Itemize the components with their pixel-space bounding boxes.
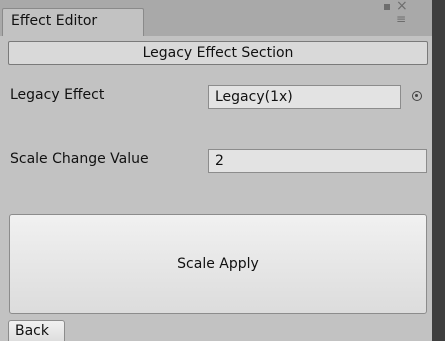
- scrollbar[interactable]: [432, 0, 445, 341]
- scale-apply-button[interactable]: Scale Apply: [9, 214, 427, 314]
- scale-change-value: 2: [215, 153, 224, 169]
- scale-change-input[interactable]: 2: [208, 149, 427, 173]
- section-header-label: Legacy Effect Section: [142, 45, 294, 61]
- section-header-button[interactable]: Legacy Effect Section: [8, 41, 428, 65]
- scale-apply-label: Scale Apply: [177, 256, 259, 272]
- back-button[interactable]: Back: [8, 320, 65, 341]
- legacy-effect-label: Legacy Effect: [10, 87, 105, 103]
- back-label: Back: [15, 323, 49, 339]
- tab-bar: Effect Editor × ≡: [0, 0, 432, 36]
- object-picker-icon[interactable]: [412, 91, 422, 101]
- maximize-icon[interactable]: [384, 4, 390, 10]
- tab-menu-icon[interactable]: ≡: [396, 12, 406, 26]
- legacy-effect-field[interactable]: Legacy(1x): [208, 85, 401, 109]
- tab-title: Effect Editor: [11, 13, 98, 29]
- scale-change-label: Scale Change Value: [10, 151, 149, 167]
- tab-effect-editor[interactable]: Effect Editor: [2, 8, 144, 36]
- window-controls: × ≡: [384, 0, 414, 32]
- legacy-effect-value: Legacy(1x): [215, 89, 293, 105]
